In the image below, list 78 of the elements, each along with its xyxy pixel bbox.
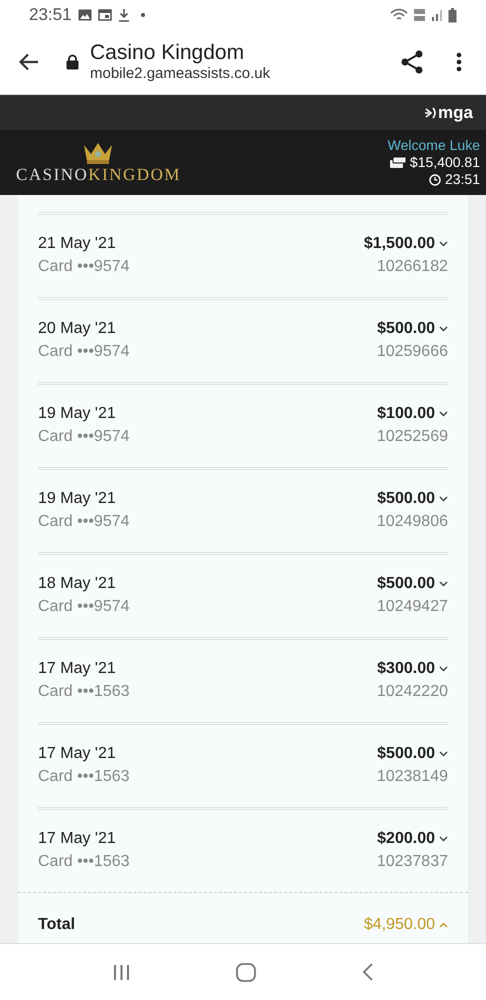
payment-method-text: Card •••1563 [38,767,130,787]
reference-text: 10249806 [376,512,448,532]
caret-down-icon[interactable] [439,750,448,756]
caret-down-icon[interactable] [439,326,448,332]
amount-text: $200.00 [377,829,435,849]
payment-method-text: Card •••9574 [38,512,130,532]
transaction-row[interactable]: 20 May '21 Card •••9574 $500.00 10259666 [38,297,448,382]
transaction-row[interactable]: 17 May '21 Card •••1563 $500.00 10238149 [38,722,448,807]
image-icon [78,9,92,21]
date-text: 20 May '21 [38,319,117,339]
recent-apps-icon[interactable] [113,964,130,980]
caret-up-icon[interactable] [439,922,448,928]
reference-text: 10259666 [376,342,448,362]
reference-text: 10242220 [376,682,448,702]
transaction-row[interactable]: 19 May '21 Card •••9574 $500.00 10249806 [38,467,448,552]
caret-down-icon[interactable] [439,666,448,672]
amount-text: $100.00 [377,404,435,424]
caret-down-icon[interactable] [439,240,448,246]
lock-icon [66,54,79,70]
total-label: Total [38,915,76,935]
amount-text: $500.00 [377,319,435,339]
dot-icon [140,12,146,18]
back-arrow-icon[interactable] [19,53,39,71]
payment-method-text: Card •••9574 [38,427,130,447]
date-text: 17 May '21 [38,659,117,679]
regulator-logo-text: mga [438,102,473,124]
casino-logo-text: CASINOKINGDOM [16,164,181,184]
transaction-row[interactable]: 21 May '21 Card •••9574 $1,500.00 10266182 [38,212,448,297]
payment-method-text: Card •••9574 [38,597,130,617]
date-text: 19 May '21 [38,489,117,509]
wifi-icon [390,8,408,22]
wallet-icon [390,157,406,168]
caret-down-icon[interactable] [439,580,448,586]
payment-method-text: Card •••9574 [38,257,130,277]
amount-text: $500.00 [377,574,435,594]
date-text: 17 May '21 [38,829,117,849]
back-icon[interactable] [362,963,373,981]
more-menu-icon[interactable] [456,52,462,72]
amount-text: $1,500.00 [364,234,435,254]
payment-method-text: Card •••1563 [38,682,130,702]
welcome-text: Welcome Luke [388,137,480,154]
payment-method-text: Card •••9574 [38,342,130,362]
date-text: 18 May '21 [38,574,117,594]
total-amount: $4,950.00 [364,915,435,935]
signal-icon [431,9,443,21]
reference-text: 10252569 [376,427,448,447]
amount-text: $500.00 [377,744,435,764]
caret-down-icon[interactable] [439,836,448,842]
transaction-row[interactable]: 18 May '21 Card •••9574 $500.00 10249427 [38,552,448,637]
url-text[interactable]: mobile2.gameassists.co.uk [90,65,270,83]
amount-text: $500.00 [377,489,435,509]
date-text: 19 May '21 [38,404,117,424]
amount-text: $300.00 [377,659,435,679]
caret-down-icon[interactable] [439,410,448,416]
clock-icon [428,174,441,186]
total-row[interactable]: Total $4,950.00 [18,892,468,937]
transaction-row[interactable]: 17 May '21 Card •••1563 $200.00 10237837 [38,807,448,892]
balance-text: $15,400.81 [410,154,480,171]
status-time: 23:51 [29,4,72,26]
reference-text: 10266182 [376,257,448,277]
crown-icon [82,140,114,164]
date-text: 21 May '21 [38,234,117,254]
date-text: 17 May '21 [38,744,117,764]
arrow-icon [425,106,438,118]
clock-text: 23:51 [444,171,480,188]
reference-text: 10249427 [376,597,448,617]
payment-method-text: Card •••1563 [38,852,130,872]
transaction-row[interactable]: 17 May '21 Card •••1563 $300.00 10242220 [38,637,448,722]
transaction-row[interactable]: 19 May '21 Card •••9574 $100.00 10252569 [38,382,448,467]
reference-text: 10238149 [376,767,448,787]
home-icon[interactable] [236,962,256,982]
reference-text: 10237837 [376,852,448,872]
calendar-icon [98,9,112,21]
caret-down-icon[interactable] [439,496,448,502]
page-title: Casino Kingdom [90,41,246,65]
battery-icon [448,8,457,22]
share-icon[interactable] [401,50,423,74]
download-icon [118,8,130,22]
